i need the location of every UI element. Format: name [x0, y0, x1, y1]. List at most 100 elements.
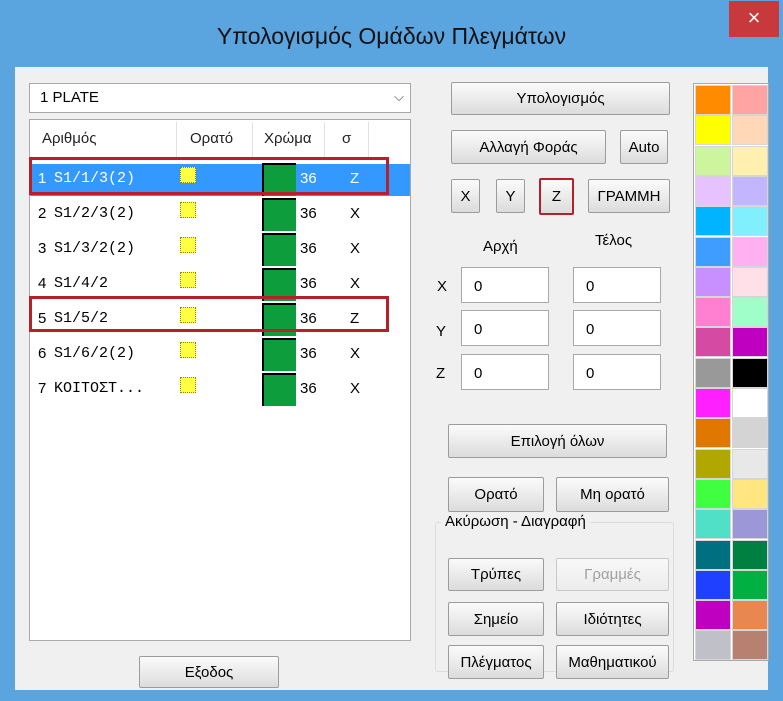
row-value: 36 [300, 240, 317, 257]
palette-swatch[interactable] [732, 327, 768, 358]
list-item[interactable]: 6 S1/6/2(2) 36 X [30, 338, 410, 371]
exit-button[interactable]: Εξοδος [139, 656, 279, 688]
palette-swatch[interactable] [732, 539, 768, 570]
palette-swatch[interactable] [732, 115, 768, 146]
visible-icon[interactable] [180, 342, 196, 358]
palette-swatch[interactable] [695, 327, 731, 358]
math-button[interactable]: Μαθηματικού [556, 645, 669, 679]
start-label: Αρχή [483, 238, 518, 255]
title-bar[interactable]: Υπολογισμός Ομάδων Πλεγμάτων × [1, 1, 782, 67]
row-sigma: X [350, 275, 361, 292]
close-button[interactable]: × [729, 1, 779, 37]
palette-swatch[interactable] [695, 297, 731, 328]
color-swatch[interactable] [262, 338, 296, 371]
end-label: Τέλος [595, 232, 633, 249]
mesh-type-dropdown[interactable]: 1 PLATE ⌵ [29, 83, 411, 113]
row-name: S1/6/2(2) [54, 345, 136, 362]
palette-swatch[interactable] [732, 145, 768, 176]
palette-swatch[interactable] [732, 509, 768, 540]
palette-swatch[interactable] [732, 206, 768, 237]
palette-swatch[interactable] [695, 630, 731, 661]
color-swatch[interactable] [262, 198, 296, 231]
palette-swatch[interactable] [695, 418, 731, 449]
auto-button[interactable]: Auto [620, 130, 668, 164]
color-swatch[interactable] [262, 233, 296, 266]
chevron-down-icon[interactable]: ⌵ [394, 89, 404, 105]
row-sigma: X [350, 380, 361, 397]
palette-swatch[interactable] [695, 509, 731, 540]
row-number: 7 [38, 380, 47, 397]
column-header-color[interactable]: Χρώμα [264, 130, 312, 147]
color-swatch[interactable] [262, 373, 296, 406]
palette-swatch[interactable] [695, 388, 731, 418]
palette-swatch[interactable] [695, 478, 731, 509]
palette-swatch[interactable] [732, 418, 768, 449]
select-all-button[interactable]: Επιλογή όλων [448, 424, 667, 458]
axis-x-button[interactable]: X [451, 179, 480, 213]
palette-swatch[interactable] [695, 600, 731, 631]
palette-swatch[interactable] [732, 630, 768, 661]
palette-swatch[interactable] [695, 539, 731, 570]
holes-button[interactable]: Τρύπες [448, 558, 544, 591]
palette-swatch[interactable] [732, 388, 768, 418]
palette-swatch[interactable] [695, 448, 731, 479]
start-y-field[interactable]: 0 [461, 310, 549, 346]
list-item[interactable]: 3 S1/3/2(2) 36 X [30, 233, 410, 266]
palette-swatch[interactable] [695, 266, 731, 297]
palette-swatch[interactable] [695, 206, 731, 237]
invisible-button[interactable]: Μη ορατό [556, 477, 669, 512]
end-x-field[interactable]: 0 [573, 267, 661, 303]
column-divider [368, 122, 369, 160]
palette-swatch[interactable] [732, 448, 768, 479]
coord-y-label: Y [436, 323, 447, 340]
visible-icon[interactable] [180, 237, 196, 253]
change-direction-button[interactable]: Αλλαγή Φοράς [451, 130, 606, 164]
palette-swatch[interactable] [695, 175, 731, 206]
column-header-sigma[interactable]: σ [342, 130, 351, 147]
end-z-field[interactable]: 0 [573, 354, 661, 390]
row-name: ΚΟΙΤΟΣΤ... [54, 380, 145, 397]
column-header-number[interactable]: Αριθμός [42, 130, 96, 147]
calculate-button[interactable]: Υπολογισμός [451, 82, 670, 115]
row-number: 4 [38, 275, 47, 292]
visible-icon[interactable] [180, 272, 196, 288]
line-button[interactable]: ΓΡΑΜΜΗ [588, 179, 670, 213]
mesh-button[interactable]: Πλέγματος [448, 645, 544, 679]
list-item[interactable]: 2 S1/2/3(2) 36 X [30, 198, 410, 231]
palette-swatch[interactable] [732, 478, 768, 509]
palette-swatch[interactable] [695, 145, 731, 176]
palette-swatch[interactable] [732, 297, 768, 328]
palette-swatch[interactable] [732, 600, 768, 631]
column-divider [252, 122, 253, 160]
row-name: S1/3/2(2) [54, 240, 136, 257]
visible-icon[interactable] [180, 377, 196, 393]
palette-swatch[interactable] [695, 357, 731, 388]
start-z-field[interactable]: 0 [461, 354, 549, 390]
visible-button[interactable]: Ορατό [448, 477, 544, 512]
palette-swatch[interactable] [695, 236, 731, 267]
visible-icon[interactable] [180, 202, 196, 218]
row-value: 36 [300, 205, 317, 222]
palette-swatch[interactable] [695, 569, 731, 600]
row-name: S1/4/2 [54, 275, 109, 292]
axis-z-button[interactable]: Z [539, 178, 574, 215]
palette-swatch[interactable] [732, 266, 768, 297]
row-sigma: X [350, 345, 361, 362]
palette-swatch[interactable] [732, 236, 768, 267]
column-header-visible[interactable]: Ορατό [190, 130, 233, 147]
palette-swatch[interactable] [732, 85, 768, 115]
palette-swatch[interactable] [732, 357, 768, 388]
palette-swatch[interactable] [732, 569, 768, 600]
end-y-field[interactable]: 0 [573, 310, 661, 346]
point-button[interactable]: Σημείο [448, 602, 544, 636]
window-title: Υπολογισμός Ομάδων Πλεγμάτων [216, 23, 567, 49]
start-x-field[interactable]: 0 [461, 267, 549, 303]
coord-z-label: Z [436, 365, 446, 382]
palette-swatch[interactable] [695, 85, 731, 115]
list-item[interactable]: 7 ΚΟΙΤΟΣΤ... 36 X [30, 373, 410, 406]
palette-swatch[interactable] [695, 115, 731, 146]
axis-y-button[interactable]: Y [496, 179, 525, 213]
mesh-group-list[interactable]: Αριθμός Ορατό Χρώμα σ 1 S1/1/3(2) 36 Z 2 S1/2… [29, 119, 411, 641]
palette-swatch[interactable] [732, 175, 768, 206]
properties-button[interactable]: Ιδιότητες [556, 602, 669, 636]
